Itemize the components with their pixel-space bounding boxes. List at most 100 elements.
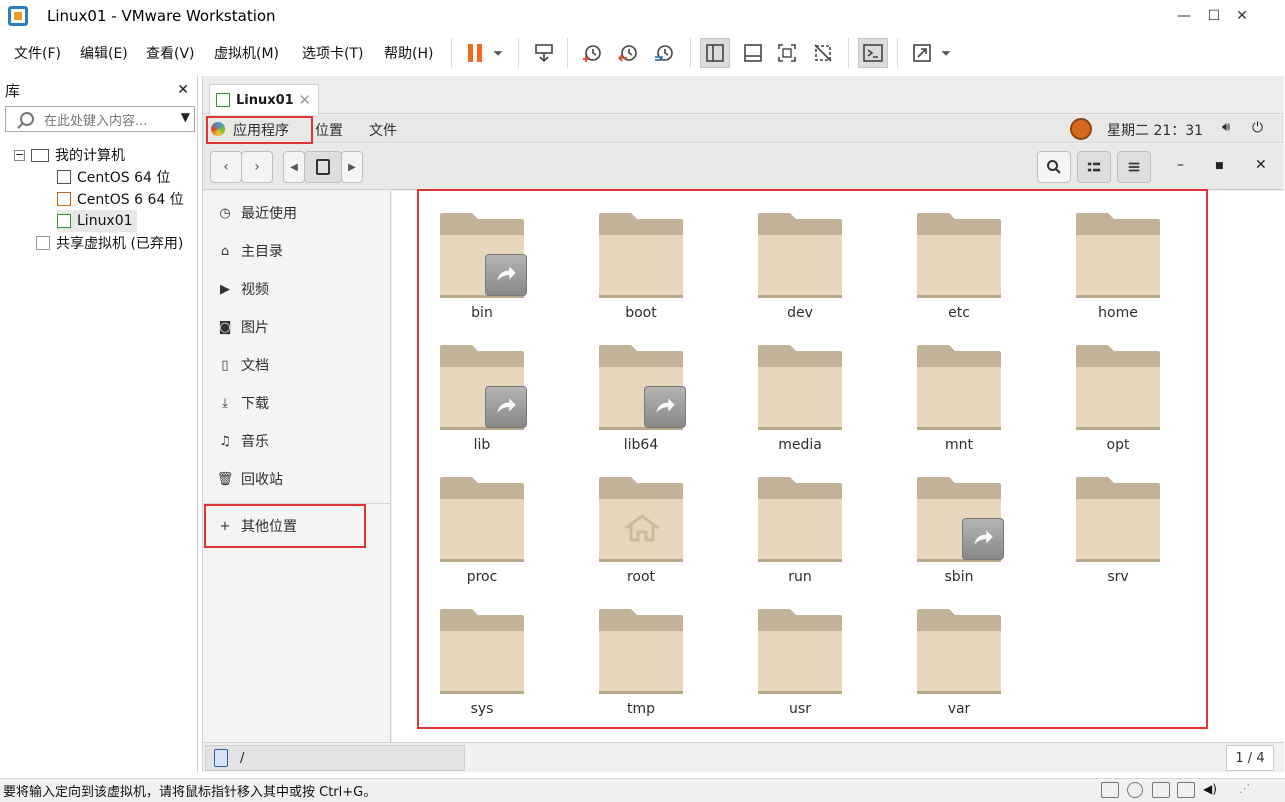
cd-rom-icon[interactable] (1127, 782, 1143, 798)
drive-icon (316, 159, 330, 175)
pause-icon[interactable] (462, 40, 488, 66)
menu-places[interactable]: 位置 (315, 120, 343, 140)
unity-mode-icon[interactable] (810, 40, 836, 66)
sidebar-item-label: 最近使用 (241, 206, 297, 222)
vmware-logo-icon (8, 6, 28, 26)
tree-vm-centos6[interactable]: CentOS 6 64 位 (57, 188, 184, 210)
menu-tabs[interactable]: 选项卡(T) (302, 43, 363, 63)
resize-grip-icon: ⋰ (1239, 782, 1250, 795)
shared-vm-icon (36, 236, 50, 250)
toolbar-separator (897, 38, 898, 68)
send-ctrl-alt-del-icon[interactable] (531, 40, 557, 66)
minimize-button[interactable]: — (1171, 4, 1197, 28)
back-button[interactable]: ‹ (210, 151, 242, 183)
toolbar-separator (518, 38, 519, 68)
accessibility-icon[interactable] (1070, 118, 1092, 140)
guest-minimize-button[interactable]: – (1177, 157, 1184, 173)
guest-close-button[interactable]: ✕ (1255, 157, 1267, 173)
sidebar-item-label: 文档 (241, 358, 269, 374)
library-view-icon[interactable] (700, 38, 730, 68)
collapse-icon[interactable]: − (14, 149, 25, 161)
sidebar-item-documents[interactable]: ▯ 文档 (215, 353, 269, 377)
sidebar-item-music[interactable]: ♫ 音乐 (215, 429, 269, 453)
sidebar-item-home[interactable]: ⌂ 主目录 (215, 239, 283, 263)
menu-edit[interactable]: 编辑(E) (80, 43, 128, 63)
trash-icon: 🗑︎ (216, 471, 234, 487)
window-title: Linux01 - VMware Workstation (47, 7, 276, 25)
maximize-button[interactable]: ☐ (1201, 4, 1227, 28)
power-icon[interactable]: ⏻ (1252, 120, 1263, 136)
sidebar-item-trash[interactable]: 🗑︎ 回收站 (215, 467, 283, 491)
sidebar-item-videos[interactable]: ▶ 视频 (215, 277, 269, 301)
library-header: 库 ✕ (0, 76, 197, 104)
clock-label[interactable]: 星期二 21：31 (1107, 120, 1203, 140)
path-right-button[interactable]: ▶ (341, 151, 363, 183)
sidebar-item-label: 音乐 (241, 434, 269, 450)
menu-help[interactable]: 帮助(H) (384, 43, 433, 63)
music-icon: ♫ (219, 433, 231, 449)
forward-button[interactable]: › (241, 151, 273, 183)
snapshot-take-icon[interactable] (579, 40, 605, 66)
tree-vm-centos64[interactable]: CentOS 64 位 (57, 166, 170, 188)
path-bar: / (205, 745, 465, 771)
library-title: 库 (5, 81, 21, 100)
tree-shared-vms[interactable]: 共享虚拟机 (已弃用) (36, 232, 183, 254)
sidebar-item-label: 图片 (241, 320, 269, 336)
list-view-icon (1087, 162, 1101, 172)
fullscreen-icon[interactable] (774, 40, 800, 66)
library-close-button[interactable]: ✕ (177, 82, 189, 98)
highlight-box (417, 189, 1208, 729)
snapshot-revert-icon[interactable] (615, 40, 641, 66)
vm-icon (57, 170, 71, 184)
video-icon: ▶ (220, 281, 230, 297)
console-view-icon[interactable] (858, 38, 888, 68)
vm-label: CentOS 6 64 位 (77, 192, 184, 208)
current-path: / (240, 750, 245, 766)
sidebar-item-recent[interactable]: ◷ 最近使用 (215, 201, 297, 225)
tree-my-computer[interactable]: − 我的计算机 (14, 144, 125, 166)
chevron-down-icon[interactable] (488, 40, 508, 66)
search-icon (1047, 160, 1061, 174)
printer-icon[interactable] (1177, 782, 1195, 798)
workspace-pager[interactable]: 1 / 4 (1226, 745, 1274, 771)
files-header-bar: ‹ › ◀ ▶ – ■ ✕ (203, 144, 1284, 190)
menu-file[interactable]: 文件(F) (14, 43, 61, 63)
sidebar-item-pictures[interactable]: ◙ 图片 (215, 315, 269, 339)
tab-linux01[interactable]: Linux01 ✕ (209, 84, 319, 115)
library-search-input[interactable]: 在此处键入内容... ▼ (5, 106, 195, 132)
highlight-box (206, 116, 313, 144)
menu-view[interactable]: 查看(V) (146, 43, 195, 63)
sidebar-item-downloads[interactable]: ⤓ 下载 (215, 391, 269, 415)
root-drive-button[interactable] (304, 151, 342, 183)
tree-vm-linux01[interactable]: Linux01 (57, 210, 137, 232)
menu-vm[interactable]: 虚拟机(M) (214, 43, 279, 63)
close-button[interactable]: ✕ (1229, 4, 1255, 28)
path-left-button[interactable]: ◀ (283, 151, 305, 183)
home-icon: ⌂ (220, 243, 230, 259)
highlight-box (204, 504, 366, 548)
network-icon[interactable] (1152, 782, 1170, 798)
status-bar: 要将输入定向到该虚拟机，请将鼠标指针移入其中或按 Ctrl+G。 ◀) ⋰ (0, 778, 1285, 802)
thumbnail-bar-icon[interactable] (740, 40, 766, 66)
sound-icon[interactable]: ◀) (1203, 782, 1221, 798)
stretch-guest-icon[interactable] (909, 40, 935, 66)
search-icon (20, 112, 34, 126)
chevron-down-icon[interactable]: ▼ (181, 110, 190, 124)
toolbar-separator (451, 38, 452, 68)
sidebar-item-label: 视频 (241, 282, 269, 298)
snapshot-manager-icon[interactable] (651, 40, 677, 66)
sidebar-item-label: 回收站 (241, 472, 283, 488)
hard-disk-icon[interactable] (1101, 782, 1119, 798)
disk-icon (214, 749, 228, 767)
hamburger-menu-button[interactable] (1117, 151, 1151, 183)
volume-icon[interactable]: 🔊︎ (1222, 120, 1230, 135)
menu-files[interactable]: 文件 (369, 120, 397, 140)
view-toggle-button[interactable] (1077, 151, 1111, 183)
tab-bar: Linux01 ✕ (203, 76, 1284, 115)
toolbar-separator (567, 38, 568, 68)
chevron-down-icon[interactable] (936, 40, 956, 66)
camera-icon: ◙ (218, 319, 232, 335)
tab-close-button[interactable]: ✕ (298, 91, 311, 109)
search-button[interactable] (1037, 151, 1071, 183)
guest-maximize-button[interactable]: ■ (1215, 161, 1224, 171)
